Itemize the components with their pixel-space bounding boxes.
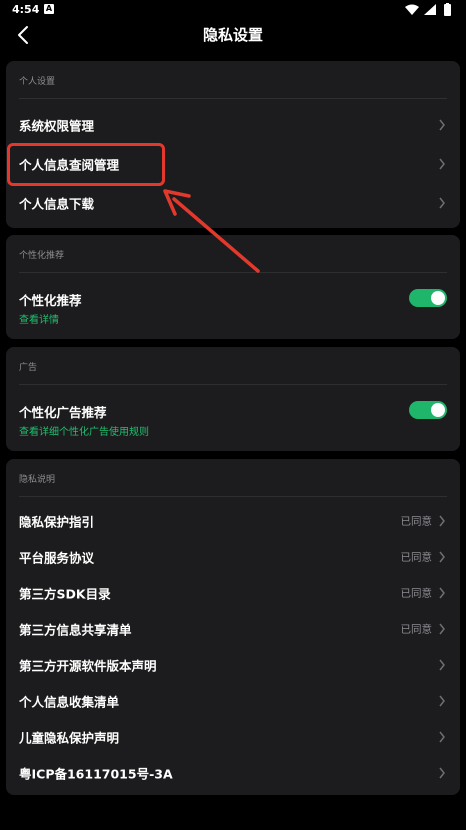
section-title: 隐私说明 — [19, 475, 56, 485]
toggle-knob — [431, 403, 445, 417]
chevron-right-icon — [439, 515, 445, 527]
divider — [19, 272, 447, 273]
row-label: 儿童隐私保护声明 — [19, 730, 120, 746]
chevron-right-icon — [439, 119, 445, 131]
personalized-recommend-card: 个性化推荐 个性化推荐 查看详情 — [6, 235, 460, 339]
info-collection-row[interactable]: 个人信息收集清单 — [6, 683, 460, 719]
row-label: 平台服务协议 — [19, 550, 95, 566]
toggle-label: 个性化推荐 — [19, 293, 82, 308]
divider — [19, 496, 447, 497]
chevron-right-icon — [439, 623, 445, 635]
signal-icon — [424, 4, 436, 15]
chevron-right-icon — [439, 551, 445, 563]
chevron-right-icon — [439, 659, 445, 671]
section-title: 广告 — [19, 363, 38, 373]
section-title: 个人设置 — [19, 77, 56, 87]
children-privacy-row[interactable]: 儿童隐私保护声明 — [6, 719, 460, 755]
personalized-ads-toggle[interactable] — [409, 401, 447, 419]
view-details-link[interactable]: 查看详情 — [19, 311, 59, 326]
status-bar: 4:54 A — [0, 0, 466, 20]
agreed-status: 已同意 — [400, 587, 433, 600]
agreed-status: 已同意 — [400, 623, 433, 636]
third-party-share-row[interactable]: 第三方信息共享清单 已同意 — [6, 611, 460, 647]
chevron-right-icon — [439, 731, 445, 743]
agreed-status: 已同意 — [400, 551, 433, 564]
section-title: 个性化推荐 — [19, 251, 65, 261]
icp-license-row[interactable]: 粤ICP备16117015号-3A — [6, 755, 460, 791]
battery-icon — [444, 4, 451, 16]
row-label: 第三方信息共享清单 — [19, 622, 132, 638]
row-label: 隐私保护指引 — [19, 514, 95, 530]
chevron-right-icon — [439, 695, 445, 707]
status-time: 4:54 — [12, 3, 40, 16]
personalized-recommend-toggle[interactable] — [409, 289, 447, 307]
row-label: 系统权限管理 — [19, 118, 95, 134]
row-label: 个人信息下载 — [19, 196, 95, 212]
chevron-right-icon — [439, 587, 445, 599]
service-agreement-row[interactable]: 平台服务协议 已同意 — [6, 539, 460, 575]
title-bar: 隐私设置 — [0, 20, 466, 50]
privacy-guide-row[interactable]: 隐私保护指引 已同意 — [6, 503, 460, 539]
row-label: 粤ICP备16117015号-3A — [19, 766, 173, 782]
privacy-info-card: 隐私说明 隐私保护指引 已同意 平台服务协议 已同意 第三方SDK目录 已同意 … — [6, 459, 460, 795]
agreed-status: 已同意 — [400, 515, 433, 528]
row-label: 第三方开源软件版本声明 — [19, 658, 157, 674]
chevron-right-icon — [439, 158, 445, 170]
row-label: 第三方SDK目录 — [19, 586, 111, 602]
open-source-row[interactable]: 第三方开源软件版本声明 — [6, 647, 460, 683]
divider — [19, 98, 447, 99]
page-title: 隐私设置 — [202, 26, 263, 44]
toggle-knob — [431, 291, 445, 305]
wifi-icon — [405, 4, 419, 15]
ads-card: 广告 个性化广告推荐 查看详细个性化广告使用规则 — [6, 347, 460, 451]
chevron-right-icon — [439, 197, 445, 209]
app-notification-icon: A — [44, 4, 54, 14]
third-party-sdk-row[interactable]: 第三方SDK目录 已同意 — [6, 575, 460, 611]
chevron-right-icon — [439, 767, 445, 779]
personal-info-download-row[interactable]: 个人信息下载 — [6, 185, 460, 221]
toggle-label: 个性化广告推荐 — [19, 405, 107, 420]
system-status-icons — [405, 3, 451, 16]
divider — [19, 384, 447, 385]
highlight-box — [7, 143, 165, 186]
system-permission-row[interactable]: 系统权限管理 — [6, 107, 460, 143]
ad-rules-link[interactable]: 查看详细个性化广告使用规则 — [19, 423, 149, 438]
row-label: 个人信息收集清单 — [19, 694, 120, 710]
